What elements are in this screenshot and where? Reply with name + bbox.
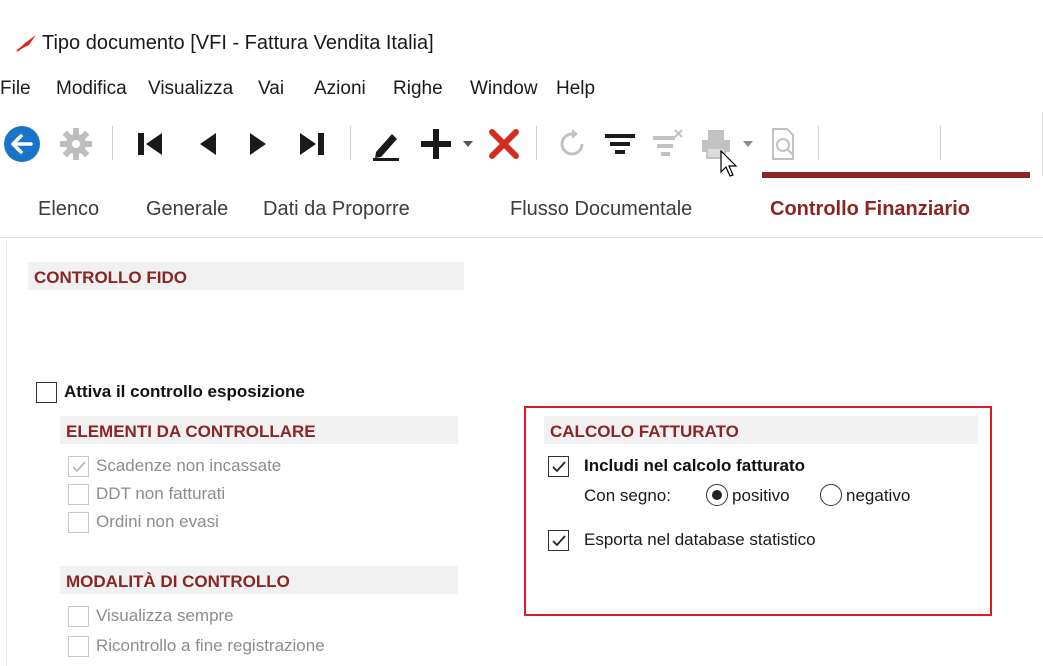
previous-record-icon[interactable] xyxy=(188,112,228,176)
includi-calcolo-checkbox[interactable] xyxy=(548,456,569,477)
ordini-checkbox[interactable] xyxy=(68,512,89,533)
next-record-icon[interactable] xyxy=(238,112,278,176)
menu-visualizza[interactable]: Visualizza xyxy=(148,78,233,100)
pen-nib-icon xyxy=(16,34,38,57)
title-bar: Tipo documento [VFI - Fattura Vendita It… xyxy=(0,0,1043,70)
ricontrollo-label: Ricontrollo a fine registrazione xyxy=(96,636,325,655)
menu-bar: File Modifica Visualizza Vai Azioni Righ… xyxy=(0,72,1043,106)
menu-help[interactable]: Help xyxy=(556,78,595,100)
includi-calcolo-label: Includi nel calcolo fatturato xyxy=(584,456,806,475)
toolbar xyxy=(0,112,1043,177)
negativo-label: negativo xyxy=(846,486,911,505)
check-icon xyxy=(552,461,566,473)
edit-icon[interactable] xyxy=(364,112,408,176)
tab-flusso-documentale[interactable]: Flusso Documentale xyxy=(510,198,692,221)
esporta-database-label: Esporta nel database statistico xyxy=(584,530,816,549)
tab-generale[interactable]: Generale xyxy=(146,198,228,221)
positivo-radio[interactable] xyxy=(706,484,728,506)
ddt-checkbox[interactable] xyxy=(68,484,89,505)
attiva-controllo-label: Attiva il controllo esposizione xyxy=(64,382,305,401)
ricontrollo-checkbox[interactable] xyxy=(68,636,89,657)
menu-file[interactable]: File xyxy=(0,78,31,100)
scadenze-checkbox[interactable] xyxy=(68,456,89,477)
positivo-label: positivo xyxy=(732,486,790,505)
window-title: Tipo documento [VFI - Fattura Vendita It… xyxy=(42,32,434,54)
menu-window[interactable]: Window xyxy=(470,78,538,100)
negativo-radio[interactable] xyxy=(820,484,842,506)
menu-azioni[interactable]: Azioni xyxy=(314,78,366,100)
gear-icon[interactable] xyxy=(54,112,98,176)
calcolo-fatturato-title: CALCOLO FATTURATO xyxy=(550,422,739,441)
menu-modifica[interactable]: Modifica xyxy=(56,78,127,100)
tab-bar: Elenco Generale Dati da Proporre Flusso … xyxy=(0,180,1043,238)
menu-righe[interactable]: Righe xyxy=(393,78,443,100)
panel-left-border xyxy=(6,240,7,666)
attiva-controllo-checkbox[interactable] xyxy=(36,382,57,403)
delete-icon[interactable] xyxy=(482,112,526,176)
print-dropdown-arrow-icon[interactable] xyxy=(738,112,758,176)
refresh-icon[interactable] xyxy=(550,112,594,176)
active-tab-indicator xyxy=(762,172,1030,178)
ordini-label: Ordini non evasi xyxy=(96,512,219,531)
back-icon[interactable] xyxy=(0,112,44,176)
tab-elenco[interactable]: Elenco xyxy=(38,198,99,221)
check-icon xyxy=(552,535,566,547)
esporta-database-checkbox[interactable] xyxy=(548,530,569,551)
add-icon[interactable] xyxy=(414,112,458,176)
check-icon xyxy=(72,461,86,473)
tab-controllo-finanziario[interactable]: Controllo Finanziario xyxy=(770,198,970,221)
con-segno-label: Con segno: xyxy=(584,486,671,505)
dropdown-arrow-icon[interactable] xyxy=(458,112,478,176)
clear-filter-icon[interactable] xyxy=(646,112,690,176)
last-record-icon[interactable] xyxy=(292,112,332,176)
filter-icon[interactable] xyxy=(598,112,642,176)
ddt-label: DDT non fatturati xyxy=(96,484,226,503)
menu-vai[interactable]: Vai xyxy=(258,78,284,100)
modalita-title: MODALITÀ DI CONTROLLO xyxy=(66,572,290,591)
tab-dati-da-proporre[interactable]: Dati da Proporre xyxy=(263,198,410,221)
visualizza-sempre-checkbox[interactable] xyxy=(68,606,89,627)
controllo-fido-title: CONTROLLO FIDO xyxy=(34,268,187,287)
scadenze-label: Scadenze non incassate xyxy=(96,456,282,475)
print-preview-icon[interactable] xyxy=(762,112,806,176)
visualizza-sempre-label: Visualizza sempre xyxy=(96,606,234,625)
first-record-icon[interactable] xyxy=(130,112,170,176)
mouse-pointer-icon xyxy=(720,149,740,183)
elementi-title: ELEMENTI DA CONTROLLARE xyxy=(66,422,316,441)
